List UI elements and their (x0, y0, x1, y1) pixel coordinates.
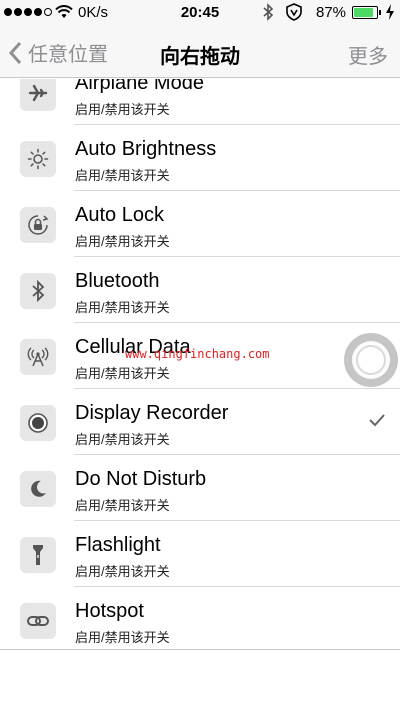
bluetooth-icon (20, 273, 56, 309)
item-name: Hotspot (75, 600, 144, 622)
item-subtitle: 启用/禁用该开关 (75, 630, 170, 645)
page-title: 向右拖动 (160, 46, 240, 68)
charging-bolt-icon (385, 3, 395, 25)
navigation-bar: 任意位置 向右拖动 更多 (0, 26, 400, 78)
item-subtitle: 启用/禁用该开关 (75, 366, 170, 381)
cellular-icon (20, 339, 56, 375)
item-subtitle: 启用/禁用该开关 (75, 102, 170, 117)
item-name: Auto Lock (75, 204, 164, 226)
list-item[interactable]: Airplane Mode 启用/禁用该开关 (0, 79, 400, 125)
lock-icon (20, 207, 56, 243)
bluetooth-status-icon (262, 3, 274, 25)
more-button[interactable]: 更多 (348, 40, 388, 69)
item-subtitle: 启用/禁用该开关 (75, 300, 170, 315)
item-subtitle: 启用/禁用该开关 (75, 234, 170, 249)
assistive-touch-ring (352, 341, 390, 379)
item-name: Display Recorder (75, 402, 229, 424)
item-subtitle: 启用/禁用该开关 (75, 564, 170, 579)
assistive-touch-button[interactable] (344, 333, 398, 387)
record-icon (20, 405, 56, 441)
list-item[interactable]: Flashlight 启用/禁用该开关 (0, 521, 400, 587)
moon-icon (20, 471, 56, 507)
status-bar: 0K/s 20:45 87% (0, 0, 400, 26)
list-item[interactable]: Auto Brightness 启用/禁用该开关 (0, 125, 400, 191)
battery-icon (352, 6, 378, 19)
checkmark-icon (368, 413, 386, 432)
item-subtitle: 启用/禁用该开关 (75, 432, 170, 447)
brightness-icon (20, 141, 56, 177)
battery-percent: 87% (316, 4, 347, 21)
item-name: Airplane Mode (75, 79, 204, 94)
list-bottom-divider (0, 649, 400, 650)
item-subtitle: 启用/禁用该开关 (75, 498, 170, 513)
airplane-icon (20, 79, 56, 111)
item-name: Flashlight (75, 534, 161, 556)
item-name: Auto Brightness (75, 138, 217, 160)
list-item[interactable]: Do Not Disturb 启用/禁用该开关 (0, 455, 400, 521)
list-item[interactable]: Hotspot 启用/禁用该开关 (0, 587, 400, 649)
shield-icon (285, 3, 303, 25)
item-subtitle: 启用/禁用该开关 (75, 168, 170, 183)
list-item[interactable]: Display Recorder 启用/禁用该开关 (0, 389, 400, 455)
watermark-text: www.qingfinchang.com (125, 347, 270, 361)
battery-tip (379, 10, 381, 15)
item-name: Bluetooth (75, 270, 160, 292)
flashlight-icon (20, 537, 56, 573)
toggle-list[interactable]: Airplane Mode 启用/禁用该开关 Auto Brightness 启… (0, 79, 400, 649)
item-name: Do Not Disturb (75, 468, 207, 490)
list-item[interactable]: Bluetooth 启用/禁用该开关 (0, 257, 400, 323)
hotspot-icon (20, 603, 56, 639)
list-item[interactable]: Auto Lock 启用/禁用该开关 (0, 191, 400, 257)
